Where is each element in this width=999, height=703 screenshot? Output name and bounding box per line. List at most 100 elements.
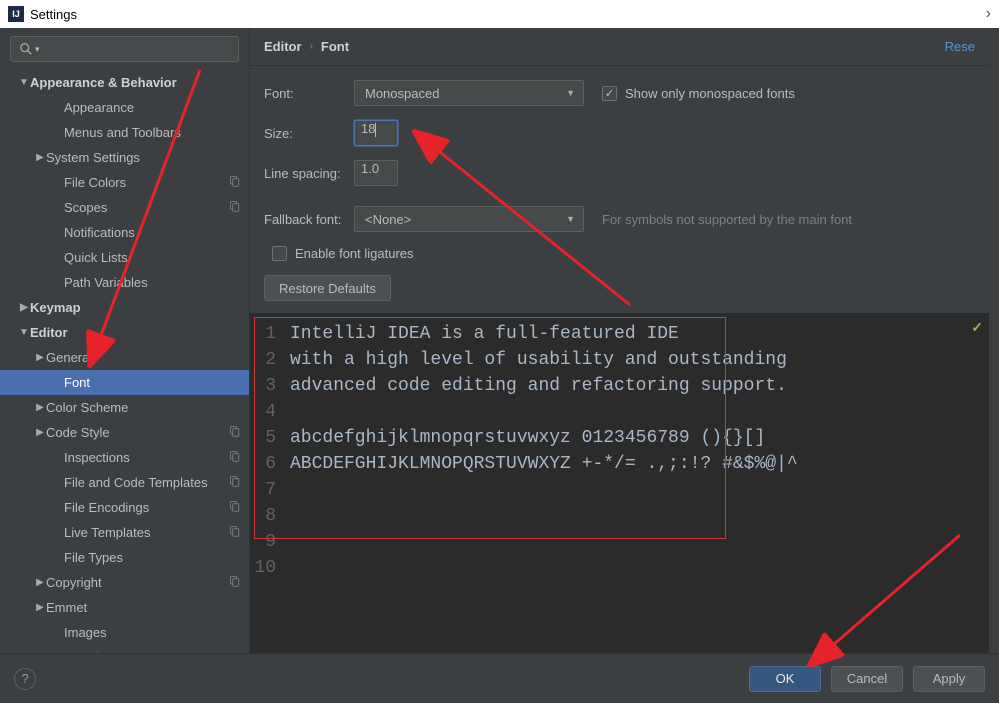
dialog-buttons: ? OK Cancel Apply: [0, 653, 999, 703]
show-mono-checkbox[interactable]: [602, 86, 617, 101]
restore-defaults-button[interactable]: Restore Defaults: [264, 275, 391, 301]
scrollbar[interactable]: [989, 28, 999, 653]
tree-item-appearance[interactable]: Appearance: [0, 95, 249, 120]
tree-item-label: Notifications: [64, 225, 241, 240]
apply-button[interactable]: Apply: [913, 666, 985, 692]
help-button[interactable]: ?: [14, 668, 36, 690]
tree-item-label: Color Scheme: [46, 400, 241, 415]
chevron-down-icon: ▼: [566, 214, 575, 224]
line-number: 7: [250, 477, 290, 503]
tree-item-file-types[interactable]: File Types: [0, 545, 249, 570]
line-number: 3: [250, 373, 290, 399]
tree-item-label: Keymap: [30, 300, 241, 315]
preview-text: IntelliJ IDEA is a full-featured IDE: [290, 321, 679, 347]
fallback-label: Fallback font:: [264, 212, 354, 227]
tree-item-code-style[interactable]: ▶Code Style: [0, 420, 249, 445]
tree-item-general[interactable]: ▶General: [0, 345, 249, 370]
line-number: 6: [250, 451, 290, 477]
tree-item-label: Images: [64, 625, 241, 640]
tree-item-system-settings[interactable]: ▶System Settings: [0, 145, 249, 170]
ligatures-checkbox[interactable]: [272, 246, 287, 261]
line-spacing-value: 1.0: [361, 161, 379, 176]
settings-tree: ▼Appearance & BehaviorAppearance Menus an…: [0, 70, 249, 653]
line-number: 5: [250, 425, 290, 451]
preview-line: 6ABCDEFGHIJKLMNOPQRSTUVWXYZ +-*/= .,;:!?…: [250, 451, 989, 477]
tree-item-copyright[interactable]: ▶Copyright: [0, 570, 249, 595]
titlebar: IJ Settings ›: [0, 0, 999, 28]
tree-item-path-variables[interactable]: Path Variables: [0, 270, 249, 295]
tree-item-label: Code Style: [46, 425, 229, 440]
line-spacing-label: Line spacing:: [264, 166, 354, 181]
project-config-icon: [229, 175, 241, 190]
tree-item-appearance-behavior[interactable]: ▼Appearance & Behavior: [0, 70, 249, 95]
tree-item-color-scheme[interactable]: ▶Color Scheme: [0, 395, 249, 420]
breadcrumb-root[interactable]: Editor: [264, 39, 302, 54]
expand-arrow-icon: ▶: [18, 302, 30, 313]
tree-item-label: Live Templates: [64, 525, 229, 540]
chevron-down-icon: ▾: [35, 44, 40, 55]
search-input[interactable]: ▾: [10, 36, 239, 62]
tree-item-label: File and Code Templates: [64, 475, 229, 490]
tree-item-menus-and-toolbars[interactable]: Menus and Toolbars: [0, 120, 249, 145]
reset-link[interactable]: Rese: [945, 39, 975, 54]
tree-item-label: Path Variables: [64, 275, 241, 290]
tree-item-font[interactable]: Font: [0, 370, 249, 395]
tree-item-label: Menus and Toolbars: [64, 125, 241, 140]
fallback-hint: For symbols not supported by the main fo…: [602, 212, 852, 227]
tree-item-file-colors[interactable]: File Colors: [0, 170, 249, 195]
line-number: 8: [250, 503, 290, 529]
tree-item-label: Emmet: [46, 600, 241, 615]
tree-item-label: Inspections: [64, 450, 229, 465]
font-label: Font:: [264, 86, 354, 101]
line-number: 2: [250, 347, 290, 373]
tree-item-images[interactable]: Images: [0, 620, 249, 645]
chevron-right-icon[interactable]: ›: [986, 5, 991, 23]
project-config-icon: [229, 525, 241, 540]
expand-arrow-icon: ▶: [34, 602, 46, 613]
tree-item-live-templates[interactable]: Live Templates: [0, 520, 249, 545]
line-number: 1: [250, 321, 290, 347]
tree-item-inspections[interactable]: Inspections: [0, 445, 249, 470]
tree-item-quick-lists[interactable]: Quick Lists: [0, 245, 249, 270]
tree-item-label: Scopes: [64, 200, 229, 215]
font-preview[interactable]: 1IntelliJ IDEA is a full-featured IDE2wi…: [250, 313, 989, 653]
tree-item-editor[interactable]: ▼Editor: [0, 320, 249, 345]
cancel-button[interactable]: Cancel: [831, 666, 903, 692]
tree-item-label: Appearance & Behavior: [30, 75, 241, 90]
search-icon: [19, 42, 33, 56]
fallback-dropdown[interactable]: <None> ▼: [354, 206, 584, 232]
line-spacing-input[interactable]: 1.0: [354, 160, 398, 186]
tree-item-file-and-code-templates[interactable]: File and Code Templates: [0, 470, 249, 495]
tree-item-label: File Colors: [64, 175, 229, 190]
ok-button[interactable]: OK: [749, 666, 821, 692]
font-form: Font: Monospaced ▼ Show only monospaced …: [250, 66, 989, 313]
tree-item-label: Copyright: [46, 575, 229, 590]
tree-item-keymap[interactable]: ▶Keymap: [0, 295, 249, 320]
chevron-down-icon: ▼: [566, 88, 575, 98]
expand-arrow-icon: ▶: [34, 402, 46, 413]
tree-item-label: Quick Lists: [64, 250, 241, 265]
tree-item-scopes[interactable]: Scopes: [0, 195, 249, 220]
project-config-icon: [229, 450, 241, 465]
breadcrumb-leaf: Font: [321, 39, 349, 54]
warning-icon[interactable]: ✓: [971, 319, 983, 336]
app-logo: IJ: [8, 6, 24, 22]
tree-item-label: File Encodings: [64, 500, 229, 515]
preview-line: 1IntelliJ IDEA is a full-featured IDE: [250, 321, 989, 347]
breadcrumb: Editor › Font Rese: [250, 28, 989, 66]
tree-item-label: Font: [64, 375, 241, 390]
project-config-icon: [229, 575, 241, 590]
font-dropdown[interactable]: Monospaced ▼: [354, 80, 584, 106]
preview-line: 3advanced code editing and refactoring s…: [250, 373, 989, 399]
expand-arrow-icon: ▶: [34, 152, 46, 163]
tree-item-notifications[interactable]: Notifications: [0, 220, 249, 245]
size-value: 18: [361, 121, 375, 136]
tree-item-emmet[interactable]: ▶Emmet: [0, 595, 249, 620]
preview-text: with a high level of usability and outst…: [290, 347, 787, 373]
window-title: Settings: [30, 7, 77, 22]
preview-text: abcdefghijklmnopqrstuvwxyz 0123456789 ()…: [290, 425, 765, 451]
size-input[interactable]: 18: [354, 120, 398, 146]
fallback-value: <None>: [365, 212, 411, 227]
tree-item-file-encodings[interactable]: File Encodings: [0, 495, 249, 520]
tree-item-intentions[interactable]: Intentions: [0, 645, 249, 653]
